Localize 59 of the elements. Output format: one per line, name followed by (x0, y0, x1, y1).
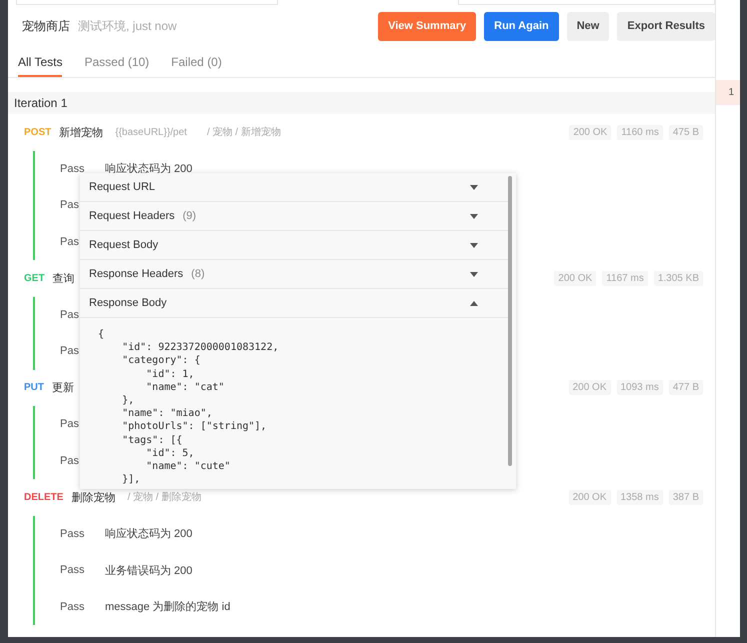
response-size: 1.305 KB (654, 270, 703, 286)
response-body-code: { "id": 9223372000001083122, "category": { "id": 1, "name": "cat" }, "name": "miao", "photoUrls": ["string"], "tags": [{ "id": 5, "name": "cute" }], (97, 328, 280, 486)
section-count: (8) (191, 268, 205, 280)
request-name: 更新 (52, 380, 74, 396)
status-code: 200 OK (568, 490, 610, 505)
status-code: 200 OK (569, 124, 612, 140)
section-title: Request Body (89, 239, 158, 251)
test-result: Pas (60, 308, 80, 321)
scrollbar[interactable] (508, 176, 512, 466)
status-code: 200 OK (568, 380, 610, 396)
test-result: Pas (60, 418, 80, 430)
details-section[interactable]: Response Headers (8) (80, 260, 508, 289)
response-size: 477 B (668, 380, 703, 396)
response-time: 1167 ms (602, 270, 648, 286)
filter-tab[interactable]: Failed (0) (171, 47, 222, 77)
action-button[interactable]: Run Again (484, 12, 559, 40)
response-time: 1160 ms (617, 124, 663, 140)
section-title: Request Headers (89, 210, 175, 222)
request-name: 新增宠物 (59, 126, 104, 140)
test-result: Pas (60, 454, 80, 467)
section-title: Request URL (89, 181, 156, 193)
collection-title: 宠物商店 (22, 18, 70, 34)
http-method: DELETE (24, 492, 64, 503)
test-name: 业务错误码为 200 (105, 564, 192, 578)
action-button[interactable]: New (566, 12, 610, 40)
request-url: {{baseURL}}/pet (115, 126, 187, 138)
request-name: 删除宠物 (71, 490, 116, 505)
details-section[interactable]: Response Body (80, 289, 508, 318)
test-name: message 为删除的宠物 id (105, 600, 230, 614)
iteration-header: Iteration 1 (8, 92, 715, 114)
response-time: 1358 ms (616, 490, 663, 505)
environment-time: 测试环境, just now (78, 18, 178, 34)
test-result: Pass (60, 600, 86, 613)
action-button[interactable]: Export Results (617, 12, 715, 40)
request-path: / 宠物 / 删除宠物 (127, 490, 202, 504)
http-method: GET (24, 272, 45, 284)
details-section[interactable]: Request Body (80, 231, 508, 260)
filter-tab[interactable]: All Tests (18, 47, 62, 77)
test-result: Pass (60, 162, 86, 175)
test-result: Pass (60, 564, 86, 576)
test-result: Pas (60, 345, 80, 358)
iteration-number[interactable]: 1 (716, 80, 740, 105)
response-time: 1093 ms (616, 380, 663, 396)
response-size: 475 B (668, 124, 703, 140)
test-name: 响应状态码为 200 (105, 526, 192, 542)
http-method: POST (24, 126, 52, 138)
details-section[interactable]: Request URL (80, 173, 508, 202)
filter-tab[interactable]: Passed (10) (84, 47, 150, 77)
response-size: 387 B (668, 490, 703, 505)
test-result: Pass (60, 528, 86, 540)
request-name: 查询 (52, 272, 75, 286)
section-title: Response Headers (89, 268, 184, 280)
section-title: Response Body (89, 297, 167, 309)
section-count: (9) (182, 210, 196, 222)
details-section[interactable]: Request Headers (9) (80, 202, 508, 231)
status-code: 200 OK (554, 270, 596, 286)
request-path: / 宠物 / 新增宠物 (206, 126, 281, 140)
http-method: PUT (24, 382, 44, 394)
test-result: Pas (60, 199, 80, 212)
